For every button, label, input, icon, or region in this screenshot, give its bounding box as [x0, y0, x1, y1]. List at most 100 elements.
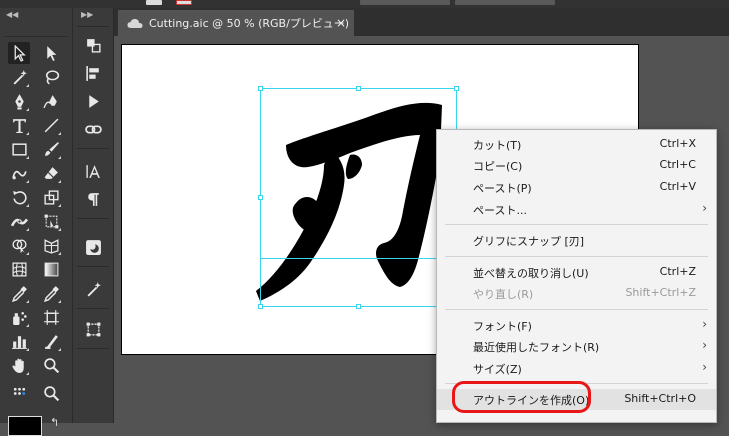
- links-panel-icon[interactable]: [82, 118, 104, 140]
- menu-item-label: ペースト(P): [473, 182, 532, 195]
- menu-item-redo: やり直し(R) Shift+Ctrl+Z: [437, 283, 716, 304]
- menu-item-label: グリフにスナップ [刃]: [473, 235, 585, 248]
- menu-separator: [445, 309, 708, 310]
- control-bar-strip: [0, 0, 729, 8]
- symbol-sprayer-tool-icon[interactable]: [8, 306, 30, 328]
- scale-tool-icon[interactable]: [40, 186, 62, 208]
- menu-item-cut[interactable]: カット(T) Ctrl+X: [437, 134, 716, 155]
- resize-handle-top-right[interactable]: [454, 86, 459, 91]
- character-panel-icon[interactable]: [82, 160, 104, 182]
- menu-item-font[interactable]: フォント(F) ›: [437, 315, 716, 336]
- menu-item-shortcut: Ctrl+Z: [659, 265, 696, 278]
- menu-item-snap-to-glyph[interactable]: グリフにスナップ [刃]: [437, 230, 716, 251]
- menu-separator: [445, 256, 708, 257]
- pen-tool-icon[interactable]: [8, 90, 30, 112]
- gradient-tool-icon[interactable]: [40, 258, 62, 280]
- align-panel-icon[interactable]: [82, 62, 104, 84]
- menu-item-label: 並べ替えの取り消し(U): [473, 267, 589, 280]
- resize-handle-top-left[interactable]: [258, 86, 263, 91]
- pathfinder-panel-icon[interactable]: [82, 236, 104, 258]
- type-tool-icon[interactable]: [8, 114, 30, 136]
- panel-divider: [77, 148, 109, 149]
- menu-separator: [445, 224, 708, 225]
- actions-play-icon[interactable]: [82, 90, 104, 112]
- menu-item-undo[interactable]: 並べ替えの取り消し(U) Ctrl+Z: [437, 262, 716, 283]
- mesh-tool-icon[interactable]: [8, 258, 30, 280]
- panel-divider: [77, 266, 109, 267]
- paragraph-panel-icon[interactable]: [82, 188, 104, 210]
- menu-item-copy[interactable]: コピー(C) Ctrl+C: [437, 155, 716, 176]
- zoom-tool-alt-icon[interactable]: [40, 382, 62, 404]
- direct-selection-tool-icon[interactable]: [40, 42, 62, 64]
- free-transform-tool-icon[interactable]: [40, 210, 62, 232]
- menu-item-label: コピー(C): [473, 160, 523, 173]
- collapse-dock-icon[interactable]: ▶▶: [81, 10, 93, 20]
- selection-bounding-box: [260, 88, 457, 307]
- cloud-icon: [127, 18, 143, 28]
- perspective-grid-tool-icon[interactable]: [40, 234, 62, 256]
- context-menu: カット(T) Ctrl+X コピー(C) Ctrl+C ペースト(P) Ctrl…: [436, 129, 717, 423]
- line-segment-tool-icon[interactable]: [40, 114, 62, 136]
- submenu-chevron-icon: ›: [702, 201, 707, 215]
- shape-builder-tool-icon[interactable]: [8, 234, 30, 256]
- artboards-panel-icon[interactable]: [82, 34, 104, 56]
- secondary-panel-dock: ▶▶: [73, 8, 114, 423]
- zoom-tool-icon[interactable]: [40, 354, 62, 376]
- resize-handle-bottom[interactable]: [356, 304, 361, 309]
- menu-item-shortcut: Shift+Ctrl+O: [624, 392, 696, 405]
- menu-item-label: ペースト...: [473, 204, 527, 217]
- resize-handle-top[interactable]: [356, 86, 361, 91]
- close-tab-button[interactable]: ×: [336, 16, 346, 30]
- control-bar-field[interactable]: [455, 0, 555, 5]
- control-bar-stroke-swatch[interactable]: [176, 0, 192, 5]
- control-bar-fill-swatch[interactable]: [146, 0, 162, 5]
- menu-item-label: フォント(F): [473, 320, 532, 333]
- width-tool-icon[interactable]: [8, 210, 30, 232]
- text-baseline: [260, 258, 440, 259]
- menu-item-paste[interactable]: ペースト(P) Ctrl+V: [437, 177, 716, 198]
- panel-divider: [77, 218, 109, 219]
- eraser-tool-icon[interactable]: [40, 162, 62, 184]
- transform-panel-icon[interactable]: [82, 318, 104, 340]
- magic-wand-panel-icon[interactable]: [82, 278, 104, 300]
- red-highlight-annotation: [452, 381, 591, 413]
- resize-handle-left[interactable]: [258, 195, 263, 200]
- selection-tool-icon[interactable]: [8, 42, 30, 64]
- panel-divider: [4, 36, 68, 37]
- edit-toolbar-icon[interactable]: [8, 382, 30, 404]
- slice-tool-icon[interactable]: [40, 330, 62, 352]
- menu-item-size[interactable]: サイズ(Z) ›: [437, 358, 716, 379]
- submenu-chevron-icon: ›: [702, 338, 707, 352]
- panel-divider: [77, 308, 109, 309]
- curvature-tool-icon[interactable]: [40, 90, 62, 112]
- rectangle-tool-icon[interactable]: [8, 138, 30, 160]
- rotate-tool-icon[interactable]: [8, 186, 30, 208]
- magic-wand-tool-icon[interactable]: [8, 66, 30, 88]
- menu-item-label: カット(T): [473, 139, 522, 152]
- submenu-chevron-icon: ›: [702, 360, 707, 374]
- artboard-tool-icon[interactable]: [40, 306, 62, 328]
- menu-item-shortcut: Shift+Ctrl+Z: [625, 286, 696, 299]
- menu-item-shortcut: Ctrl+V: [659, 180, 696, 193]
- document-tab-title: Cutting.aic @ 50 % (RGB/プレビュー): [149, 17, 350, 30]
- fill-color-swatch[interactable]: [8, 416, 42, 436]
- control-bar-field[interactable]: [360, 0, 450, 5]
- paintbrush-tool-icon[interactable]: [40, 138, 62, 160]
- lasso-tool-icon[interactable]: [40, 66, 62, 88]
- blend-tool-icon[interactable]: [40, 282, 62, 304]
- submenu-chevron-icon: ›: [702, 317, 707, 331]
- menu-item-paste-special[interactable]: ペースト... ›: [437, 199, 716, 220]
- shaper-tool-icon[interactable]: [8, 162, 30, 184]
- collapse-panel-icon[interactable]: ◀◀: [6, 10, 18, 20]
- menu-item-shortcut: Ctrl+C: [659, 158, 696, 171]
- menu-item-label: サイズ(Z): [473, 363, 522, 376]
- resize-handle-bottom-left[interactable]: [258, 304, 263, 309]
- hand-tool-icon[interactable]: [8, 354, 30, 376]
- menu-item-recent-fonts[interactable]: 最近使用したフォント(R) ›: [437, 336, 716, 357]
- menu-item-shortcut: Ctrl+X: [659, 137, 696, 150]
- document-tab[interactable]: Cutting.aic @ 50 % (RGB/プレビュー) ×: [118, 10, 354, 36]
- eyedropper-tool-icon[interactable]: [8, 282, 30, 304]
- column-graph-tool-icon[interactable]: [8, 330, 30, 352]
- panel-divider: [77, 26, 109, 27]
- menu-item-label: やり直し(R): [473, 288, 534, 301]
